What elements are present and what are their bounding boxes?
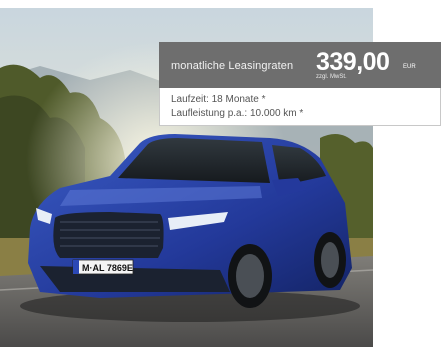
offer-details: Laufzeit: 18 Monate * Laufleistung p.a.:… xyxy=(159,88,441,126)
term-text: Laufzeit: 18 Monate * xyxy=(171,94,266,105)
price-currency: EUR xyxy=(403,64,416,70)
leasing-offer-box: monatliche Leasingraten 339,00 EUR zzgl.… xyxy=(159,42,441,127)
price-value: 339,00 xyxy=(316,48,390,76)
mileage-text: Laufleistung p.a.: 10.000 km * xyxy=(171,108,304,119)
vat-note: zzgl. MwSt. xyxy=(316,74,347,80)
price-header: monatliche Leasingraten 339,00 EUR zzgl.… xyxy=(159,42,441,88)
price-label: monatliche Leasingraten xyxy=(171,60,294,72)
license-plate-text: M·AL 7869E xyxy=(82,263,133,273)
